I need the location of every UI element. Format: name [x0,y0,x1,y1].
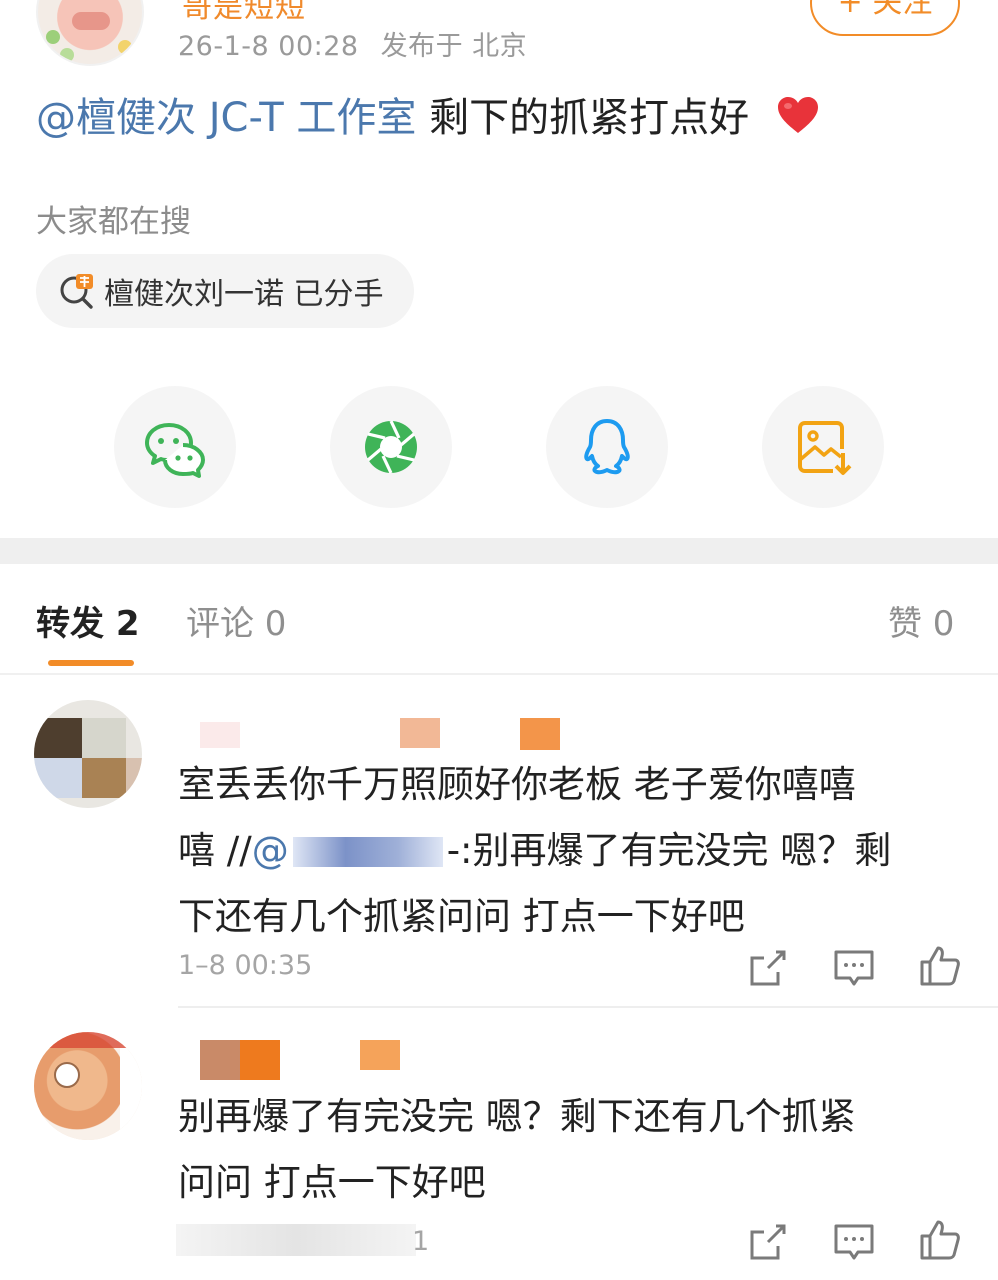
blurred-username[interactable] [170,1040,410,1080]
share-repost-icon[interactable] [746,946,790,990]
like-icon[interactable] [918,1218,962,1262]
hot-search-icon [60,274,93,309]
post-time: 26-1-8 00:28 [178,31,359,62]
active-tab-indicator [48,660,134,666]
comment-mention-link[interactable]: @ [252,829,447,872]
comment-icon[interactable] [832,1220,876,1264]
follow-button[interactable]: + 关注 [810,0,960,36]
post-location: 发布于 北京 [380,31,528,62]
avatar[interactable] [34,700,142,808]
tab-comment[interactable]: 评论 0 [186,596,286,645]
share-wechat-button[interactable] [114,386,236,508]
tab-repost[interactable]: 转发 2 [36,596,140,645]
tab-divider [0,673,998,675]
share-repost-icon[interactable] [746,1220,790,1264]
comment-text: 别再爆了有完没完 嗯？剩下还有几个抓紧 问问 打点一下好吧 [178,1095,856,1204]
blurred-mention-name [292,837,443,867]
red-heart-icon [777,97,818,133]
post-mention-link[interactable]: @檀健次 JC-T 工作室 [36,95,416,141]
comment-divider [178,1006,998,1008]
wechat-icon [145,423,205,478]
share-qq-button[interactable] [546,386,668,508]
comment-text: 室丢丢你千万照顾好你老板 老子爱你嘻嘻 嘻 //@ -:别再爆了有完没完 嗯？剩 … [178,763,892,938]
search-section-title: 大家都在搜 [36,204,191,240]
share-moments-button[interactable] [330,386,452,508]
comment-icon[interactable] [832,946,876,990]
blurred-comment-time [176,1224,416,1256]
like-icon[interactable] [918,944,962,988]
comment-time: 1–8 00:35 [178,950,313,981]
avatar[interactable] [34,1032,142,1140]
moments-icon [365,420,417,474]
author-avatar[interactable] [36,0,144,66]
post-meta: 26-1-8 00:28 发布于 北京 [178,24,527,63]
tab-like[interactable]: 赞 0 [888,596,954,645]
author-username[interactable]: 哥是短短 [182,0,306,26]
save-image-button[interactable] [762,386,884,508]
comment-time-tail: 1 [412,1226,430,1257]
post-content: @檀健次 JC-T 工作室 剩下的抓紧打点好 [36,90,820,146]
hot-search-label: 檀健次刘一诺 已分手 [104,277,384,312]
save-image-icon [798,421,852,475]
post-text: 剩下的抓紧打点好 [416,95,762,141]
qq-icon [584,419,630,475]
hot-search-chip[interactable]: 檀健次刘一诺 已分手 [36,254,414,328]
blurred-username[interactable] [160,718,560,752]
section-gap [0,538,998,564]
